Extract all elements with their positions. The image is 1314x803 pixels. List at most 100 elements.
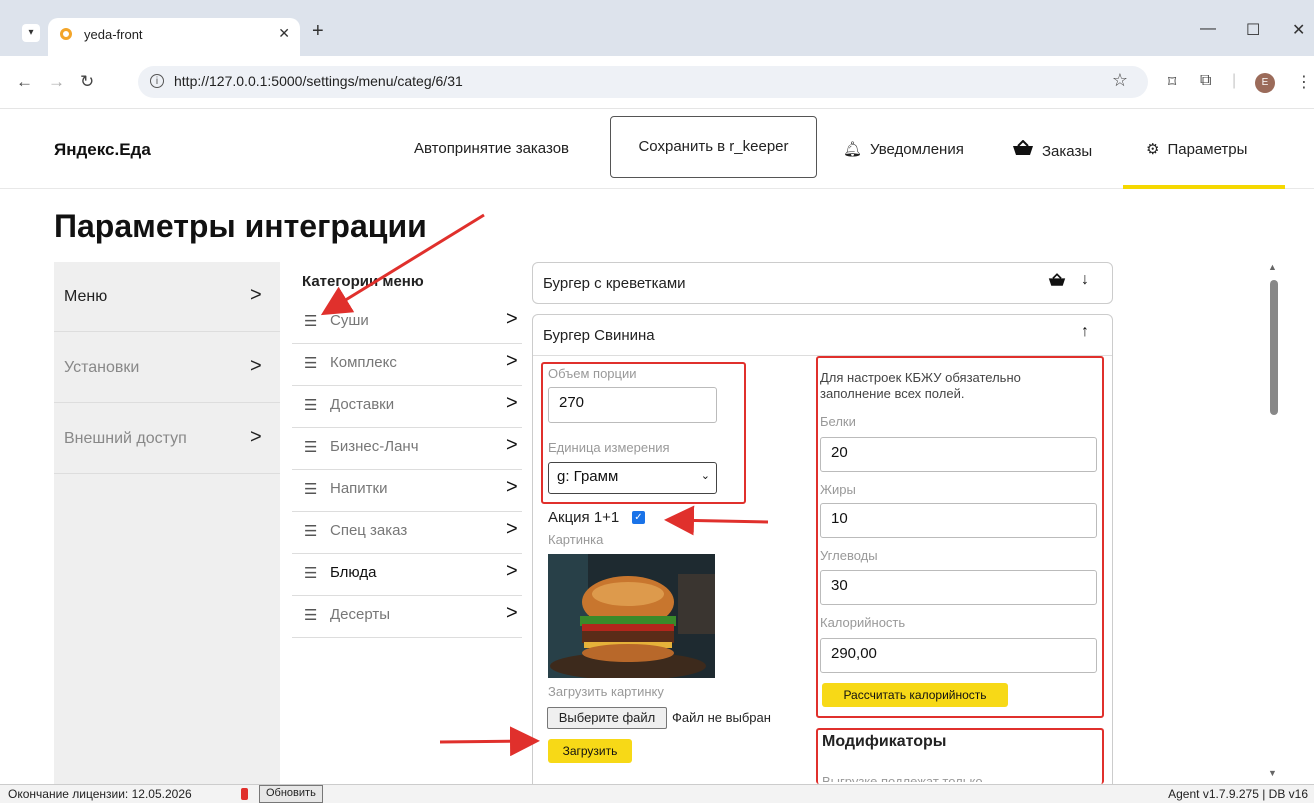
tab-search-icon[interactable]: ▾ bbox=[22, 24, 40, 42]
annotation-box-kbju bbox=[816, 356, 1104, 718]
url-text[interactable]: http://127.0.0.1:5000/settings/menu/cate… bbox=[174, 73, 463, 89]
product-card-shrimp-burger[interactable]: Бургер с креветками ↓ bbox=[532, 262, 1113, 304]
app-header: Яндекс.Еда Автопринятие заказов Сохранит… bbox=[0, 108, 1314, 189]
category-label: Комплекс bbox=[330, 354, 397, 371]
params-label: Параметры bbox=[1167, 141, 1248, 158]
category-label: Блюда bbox=[330, 564, 377, 581]
drag-handle-icon[interactable]: ☰ bbox=[304, 438, 317, 456]
version-text: Agent v1.7.9.275 | DB v16 bbox=[1168, 787, 1308, 801]
category-label: Бизнес-Ланч bbox=[330, 438, 419, 455]
categories-title: Категории меню bbox=[302, 273, 424, 290]
category-item-selected[interactable]: ☰ Блюда > bbox=[292, 554, 522, 596]
orders-link[interactable]: Заказы bbox=[1012, 139, 1093, 160]
category-item[interactable]: ☰ Спец заказ > bbox=[292, 512, 522, 554]
upload-button[interactable]: Загрузить bbox=[548, 739, 632, 763]
screen-capture-icon[interactable]: ⌑ bbox=[1168, 72, 1176, 92]
category-item[interactable]: ☰ Доставки > bbox=[292, 386, 522, 428]
chevron-right-icon: > bbox=[506, 476, 518, 498]
close-tab-icon[interactable]: ✕ bbox=[278, 25, 290, 42]
settings-sidebar: Меню > Установки > Внешний доступ > bbox=[54, 262, 280, 787]
chevron-right-icon: > bbox=[506, 308, 518, 330]
category-label: Суши bbox=[330, 312, 369, 329]
basket-icon[interactable] bbox=[1048, 273, 1066, 292]
toolbar-divider: | bbox=[1232, 72, 1237, 89]
omnibox[interactable]: i http://127.0.0.1:5000/settings/menu/ca… bbox=[138, 66, 1148, 98]
product-picture bbox=[548, 554, 715, 678]
license-text: Окончание лицензии: 12.05.2026 bbox=[8, 787, 192, 801]
sidebar-item-settings[interactable]: Установки > bbox=[54, 333, 280, 403]
favicon-icon bbox=[60, 28, 72, 40]
category-label: Спец заказ bbox=[330, 522, 408, 539]
active-tab-indicator bbox=[1123, 185, 1285, 189]
arrow-to-upload bbox=[439, 726, 540, 757]
drag-handle-icon[interactable]: ☰ bbox=[304, 312, 317, 330]
new-tab-icon[interactable]: + bbox=[312, 20, 324, 43]
promo-checkbox[interactable]: ✓ bbox=[632, 511, 645, 524]
chevron-right-icon: > bbox=[506, 434, 518, 456]
browser-tab-bar: ▾ yeda-front ✕ + — ☐ ✕ bbox=[0, 0, 1314, 56]
gear-icon: ⚙ bbox=[1146, 141, 1160, 158]
sidebar-item-label: Меню bbox=[64, 288, 108, 305]
drag-handle-icon[interactable]: ☰ bbox=[304, 564, 317, 582]
chevron-right-icon: > bbox=[506, 350, 518, 372]
sidebar-item-external-access[interactable]: Внешний доступ > bbox=[54, 404, 280, 474]
chevron-right-icon: > bbox=[250, 355, 262, 377]
reload-icon[interactable]: ↻ bbox=[80, 72, 94, 92]
back-icon[interactable]: ← bbox=[16, 72, 33, 92]
profile-avatar[interactable]: E bbox=[1255, 73, 1275, 93]
choose-file-button[interactable]: Выберите файл bbox=[547, 707, 667, 729]
product-header[interactable]: Бургер Свинина ↑ bbox=[533, 315, 1112, 356]
brand-logo[interactable]: Яндекс.Еда bbox=[54, 140, 151, 160]
menu-kebab-icon[interactable]: ⋮ bbox=[1296, 72, 1312, 92]
forward-icon[interactable]: → bbox=[48, 72, 65, 92]
category-item[interactable]: ☰ Комплекс > bbox=[292, 344, 522, 386]
annotation-box-portion bbox=[541, 362, 746, 504]
chevron-right-icon: > bbox=[506, 392, 518, 414]
extensions-icon[interactable]: ⧉ bbox=[1200, 72, 1211, 90]
params-link[interactable]: ⚙ Параметры bbox=[1146, 140, 1247, 158]
sidebar-item-label: Внешний доступ bbox=[64, 430, 187, 447]
refresh-button[interactable]: Обновить bbox=[259, 785, 323, 803]
orders-label: Заказы bbox=[1042, 143, 1093, 160]
picture-label: Картинка bbox=[548, 532, 604, 547]
bell-icon: 🔔︎ bbox=[843, 141, 863, 158]
maximize-icon[interactable]: ☐ bbox=[1246, 20, 1260, 40]
product-name: Бургер Свинина bbox=[543, 327, 655, 344]
arrow-up-icon[interactable]: ↑ bbox=[1081, 323, 1089, 341]
category-label: Доставки bbox=[330, 396, 395, 413]
annotation-box-modifiers bbox=[816, 728, 1104, 784]
page-title: Параметры интеграции bbox=[54, 208, 427, 244]
save-rkeeper-button[interactable]: Сохранить в r_keeper bbox=[610, 116, 817, 178]
category-item[interactable]: ☰ Напитки > bbox=[292, 470, 522, 512]
no-file-text: Файл не выбран bbox=[672, 710, 771, 725]
scroll-down-icon[interactable]: ▼ bbox=[1268, 768, 1277, 778]
scrollbar-thumb[interactable] bbox=[1270, 280, 1278, 415]
sidebar-item-menu[interactable]: Меню > bbox=[54, 262, 280, 332]
minimize-icon[interactable]: — bbox=[1200, 20, 1216, 38]
auto-accept-link[interactable]: Автопринятие заказов bbox=[414, 140, 569, 157]
close-window-icon[interactable]: ✕ bbox=[1292, 20, 1305, 40]
drag-handle-icon[interactable]: ☰ bbox=[304, 606, 317, 624]
site-info-icon[interactable]: i bbox=[150, 74, 164, 88]
chevron-right-icon: > bbox=[506, 560, 518, 582]
notifications-link[interactable]: 🔔︎ Уведомления bbox=[843, 140, 964, 158]
category-label: Десерты bbox=[330, 606, 391, 623]
upload-picture-label: Загрузить картинку bbox=[548, 684, 664, 699]
chevron-right-icon: > bbox=[506, 518, 518, 540]
category-item[interactable]: ☰ Суши > bbox=[292, 302, 522, 344]
bookmark-star-icon[interactable]: ☆ bbox=[1112, 70, 1128, 91]
drag-handle-icon[interactable]: ☰ bbox=[304, 522, 317, 540]
browser-tab[interactable]: yeda-front ✕ bbox=[48, 18, 300, 56]
page-scrollbar[interactable]: ▲ ▼ bbox=[1265, 262, 1281, 782]
chevron-right-icon: > bbox=[250, 284, 262, 306]
category-item[interactable]: ☰ Десерты > bbox=[292, 596, 522, 638]
basket-icon bbox=[1012, 139, 1034, 160]
license-status-indicator bbox=[241, 788, 248, 800]
category-item[interactable]: ☰ Бизнес-Ланч > bbox=[292, 428, 522, 470]
scroll-up-icon[interactable]: ▲ bbox=[1268, 262, 1277, 272]
status-bar: Окончание лицензии: 12.05.2026 Обновить … bbox=[0, 784, 1314, 803]
arrow-down-icon[interactable]: ↓ bbox=[1081, 271, 1089, 289]
drag-handle-icon[interactable]: ☰ bbox=[304, 354, 317, 372]
drag-handle-icon[interactable]: ☰ bbox=[304, 396, 317, 414]
drag-handle-icon[interactable]: ☰ bbox=[304, 480, 317, 498]
